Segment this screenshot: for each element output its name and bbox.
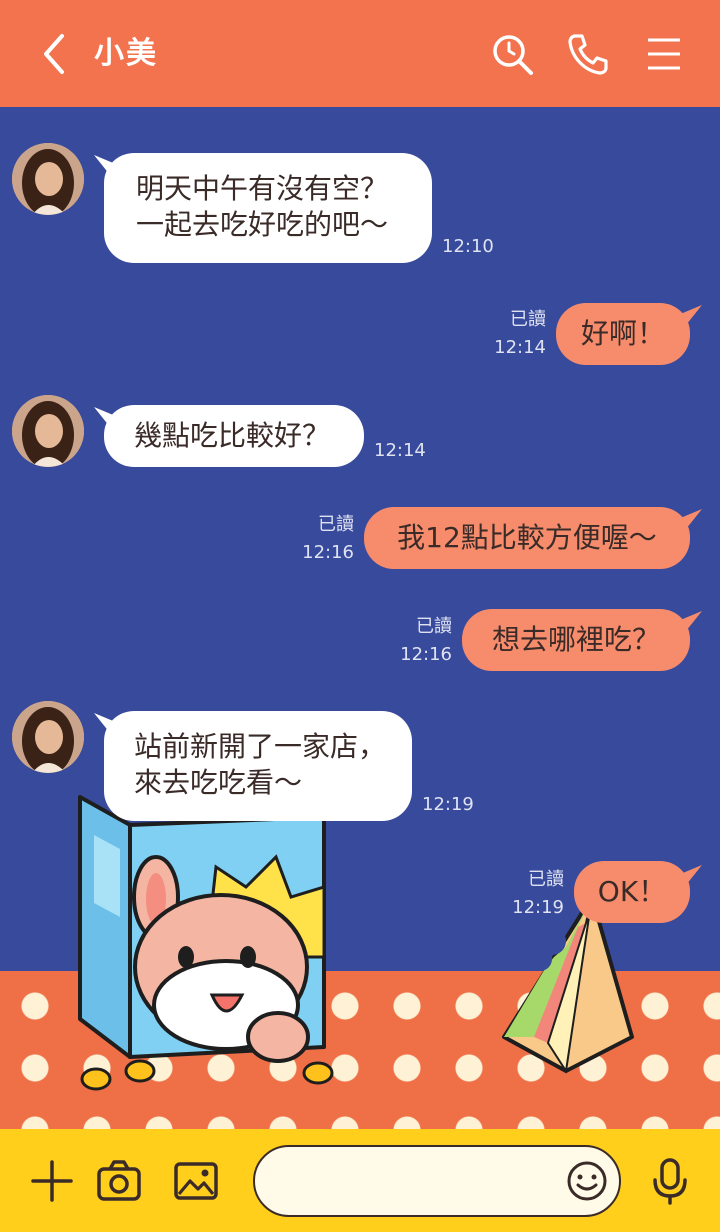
message-time: 12:19 (422, 794, 474, 815)
message-time: 12:14 (374, 440, 426, 461)
read-receipt: 已讀 (510, 309, 546, 330)
message-bubble-incoming[interactable]: 幾點吃比較好？ (104, 405, 364, 467)
message-bubble-outgoing[interactable]: OK！ (574, 861, 690, 923)
search-icon[interactable] (488, 30, 536, 78)
message-time: 12:19 (512, 897, 564, 918)
message-bubble-outgoing[interactable]: 好啊！ (556, 303, 690, 365)
hamburger-menu-icon[interactable] (640, 30, 688, 78)
message-input-wrapper (253, 1145, 621, 1217)
message-time: 12:10 (442, 236, 494, 257)
chat-area[interactable]: 明天中午有沒有空？ 一起去吃好吃的吧〜 12:10 已讀 12:14 好啊！ 幾… (0, 107, 720, 1129)
avatar[interactable] (12, 143, 84, 215)
message-bubble-outgoing[interactable]: 我12點比較方便喔〜 (364, 507, 690, 569)
read-receipt: 已讀 (416, 616, 452, 637)
message-bubble-outgoing[interactable]: 想去哪裡吃？ (462, 609, 690, 671)
read-receipt: 已讀 (318, 514, 354, 535)
message-time: 12:14 (494, 337, 546, 358)
microphone-icon[interactable] (645, 1156, 695, 1206)
message-input-bar (0, 1129, 720, 1232)
read-receipt: 已讀 (528, 869, 564, 890)
message-bubble-incoming[interactable]: 站前新開了一家店， 來去吃吃看〜 (104, 711, 412, 821)
message-time: 12:16 (400, 644, 452, 665)
message-time: 12:16 (302, 542, 354, 563)
phone-icon[interactable] (563, 30, 611, 78)
image-icon[interactable] (171, 1156, 221, 1206)
plus-icon[interactable] (27, 1156, 77, 1206)
chat-title: 小美 (94, 36, 158, 71)
camera-icon[interactable] (94, 1156, 144, 1206)
message-bubble-incoming[interactable]: 明天中午有沒有空？ 一起去吃好吃的吧〜 (104, 153, 432, 263)
avatar[interactable] (12, 395, 84, 467)
message-input[interactable] (275, 1147, 559, 1217)
smiley-icon[interactable] (565, 1159, 609, 1203)
chat-header: 小美 (0, 0, 720, 107)
chevron-left-icon[interactable] (34, 30, 78, 78)
avatar[interactable] (12, 701, 84, 773)
